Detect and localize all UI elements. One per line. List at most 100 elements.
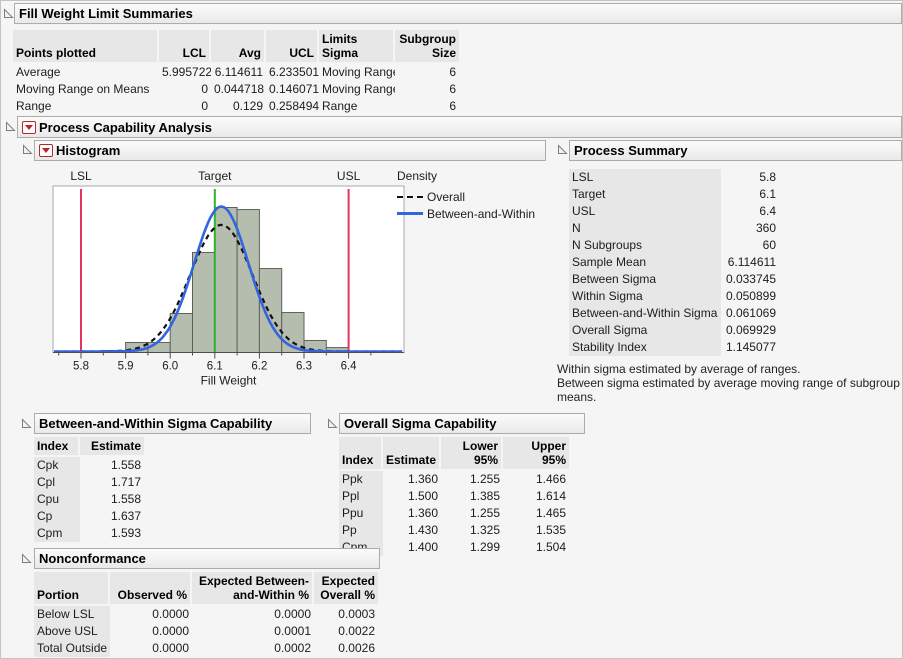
table-cell: 60: [721, 237, 779, 254]
table-cell: Cpl: [34, 474, 80, 491]
column-header: UCL: [266, 30, 319, 64]
table-cell: Cp: [34, 508, 80, 525]
table-row: N360: [569, 220, 779, 237]
table-cell: 1.500: [383, 488, 441, 505]
table-cell: 0.061069: [721, 305, 779, 322]
table-cell: 360: [721, 220, 779, 237]
red-triangle-menu-icon[interactable]: [39, 144, 53, 157]
table-cell: 6: [395, 81, 459, 98]
table-cell: 1.717: [80, 474, 144, 491]
table-cell: 1.535: [503, 522, 569, 539]
table-row: Range00.1290.258494Range6: [13, 98, 459, 115]
table-cell: Pp: [339, 522, 383, 539]
disclosure-open-icon[interactable]: [557, 144, 568, 155]
table-row: Ppl1.5001.3851.614: [339, 488, 569, 505]
table-cell: 0.033745: [721, 271, 779, 288]
table-row: N Subgroups60: [569, 237, 779, 254]
table-cell: N: [569, 220, 721, 237]
table-cell: 0.0000: [110, 640, 192, 657]
disclosure-open-icon[interactable]: [5, 121, 16, 132]
svg-text:Target: Target: [198, 169, 232, 183]
table-cell: Cpk: [34, 457, 80, 474]
table-cell: 6.114611: [211, 64, 266, 81]
table-cell: USL: [569, 203, 721, 220]
svg-text:LSL: LSL: [70, 169, 92, 183]
table-row: Sample Mean6.114611: [569, 254, 779, 271]
table-cell: 5.995722: [159, 64, 211, 81]
disclosure-open-icon[interactable]: [3, 8, 14, 19]
process-summary-table: LSL5.8Target6.1USL6.4N360N Subgroups60Sa…: [569, 169, 779, 356]
legend-item-between-and-within: Between-and-Within: [397, 205, 535, 222]
disclosure-open-icon[interactable]: [327, 418, 338, 429]
table-cell: 0.0002: [192, 640, 314, 657]
table-cell: Range: [13, 98, 159, 115]
section-title: Overall Sigma Capability: [344, 414, 496, 433]
column-header: Observed %: [110, 572, 192, 606]
legend-title: Density: [397, 169, 535, 183]
table-row: Ppu1.3601.2551.465: [339, 505, 569, 522]
section-bar-limit-summaries[interactable]: Fill Weight Limit Summaries: [14, 3, 902, 24]
red-triangle-menu-icon[interactable]: [22, 121, 36, 134]
section-bar-process-capability[interactable]: Process Capability Analysis: [17, 116, 902, 138]
section-title: Fill Weight Limit Summaries: [19, 4, 193, 23]
section-bar-bw-capability[interactable]: Between-and-Within Sigma Capability: [34, 413, 311, 434]
svg-text:6.2: 6.2: [251, 361, 267, 373]
table-row: Between-and-Within Sigma0.061069: [569, 305, 779, 322]
table-cell: 1.299: [441, 539, 503, 556]
section-bar-process-summary[interactable]: Process Summary: [569, 140, 902, 161]
section-bar-histogram[interactable]: Histogram: [34, 140, 546, 161]
table-cell: 1.255: [441, 505, 503, 522]
table-cell: 6: [395, 98, 459, 115]
table-row: Between Sigma0.033745: [569, 271, 779, 288]
section-title: Nonconformance: [39, 549, 146, 568]
column-header: Index: [34, 437, 80, 457]
table-cell: Between-and-Within Sigma: [569, 305, 721, 322]
column-header: Estimate: [80, 437, 144, 457]
table-cell: Target: [569, 186, 721, 203]
table-row: Target6.1: [569, 186, 779, 203]
table-cell: Above USL: [34, 623, 110, 640]
table-cell: 1.593: [80, 525, 144, 542]
table-cell: 0: [159, 81, 211, 98]
table-cell: Within Sigma: [569, 288, 721, 305]
table-cell: Ppk: [339, 471, 383, 488]
footnote: Within sigma estimated by average of ran…: [557, 362, 903, 376]
section-bar-nonconformance[interactable]: Nonconformance: [34, 548, 380, 569]
svg-text:USL: USL: [337, 169, 361, 183]
column-header: Expected Between-and-Within %: [192, 572, 314, 606]
svg-text:5.9: 5.9: [118, 361, 134, 373]
table-row: Cpl1.717: [34, 474, 144, 491]
disclosure-open-icon[interactable]: [21, 418, 32, 429]
histogram-panel: LSLTargetUSL5.85.96.06.16.26.36.4Fill We…: [26, 165, 556, 409]
table-cell: 6.233501: [266, 64, 319, 81]
table-cell: Total Outside: [34, 640, 110, 657]
table-cell: Between Sigma: [569, 271, 721, 288]
table-cell: 0.258494: [266, 98, 319, 115]
table-row: Average5.9957226.1146116.233501Moving Ra…: [13, 64, 459, 81]
table-cell: 1.145077: [721, 339, 779, 356]
table-row: Below LSL0.00000.00000.0003: [34, 606, 378, 623]
disclosure-open-icon[interactable]: [22, 144, 33, 155]
disclosure-open-icon[interactable]: [21, 553, 32, 564]
table-header-row: Portion Observed % Expected Between-and-…: [34, 572, 378, 606]
table-cell: 0.129: [211, 98, 266, 115]
table-cell: 1.360: [383, 471, 441, 488]
table-cell: 0.044718: [211, 81, 266, 98]
table-row: USL6.4: [569, 203, 779, 220]
table-row: LSL5.8: [569, 169, 779, 186]
table-cell: Cpu: [34, 491, 80, 508]
section-bar-overall-capability[interactable]: Overall Sigma Capability: [339, 413, 585, 434]
table-cell: 1.504: [503, 539, 569, 556]
table-cell: Sample Mean: [569, 254, 721, 271]
solid-line-swatch-icon: [397, 212, 423, 215]
svg-text:5.8: 5.8: [73, 361, 89, 373]
table-cell: 6.1: [721, 186, 779, 203]
table-header-row: Points plotted LCL Avg UCL Limits Sigma …: [13, 30, 459, 64]
table-cell: Moving Range on Means: [13, 81, 159, 98]
table-cell: 1.360: [383, 505, 441, 522]
table-cell: Moving Range: [319, 81, 395, 98]
svg-text:Fill Weight: Fill Weight: [201, 374, 257, 388]
table-row: Moving Range on Means00.0447180.146071Mo…: [13, 81, 459, 98]
table-cell: LSL: [569, 169, 721, 186]
table-row: Above USL0.00000.00010.0022: [34, 623, 378, 640]
